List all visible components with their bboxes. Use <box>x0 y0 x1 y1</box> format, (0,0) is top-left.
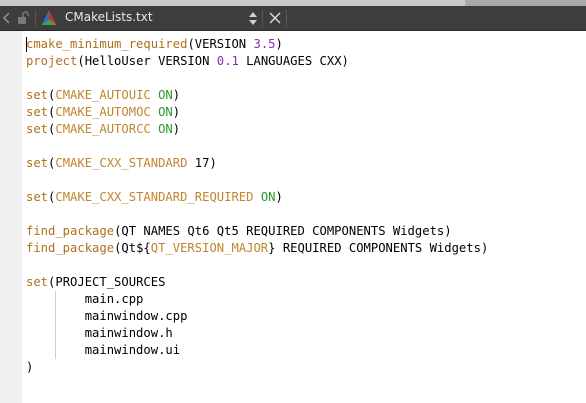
code-token: LANGUAGES CXX) <box>238 54 349 68</box>
code-token: mainwindow.cpp <box>26 309 188 323</box>
code-token: QT_VERSION_MAJOR <box>150 241 269 255</box>
code-token: 0.1 <box>216 54 239 68</box>
code-line[interactable]: main.cpp <box>26 291 488 308</box>
toolbar-separator <box>35 10 36 27</box>
tab-file-name[interactable]: CMakeLists.txt <box>65 10 153 27</box>
code-token: (HelloUser VERSION <box>77 54 217 68</box>
code-line[interactable]: set(CMAKE_AUTOMOC ON) <box>26 104 488 121</box>
code-line[interactable]: mainwindow.ui <box>26 342 488 359</box>
code-token: mainwindow.h <box>26 326 173 340</box>
code-token: CMAKE_AUTOMOC <box>55 105 151 119</box>
code-token: main.cpp <box>26 292 144 306</box>
code-token: ) <box>275 37 283 51</box>
code-line[interactable]: ​ <box>26 172 488 189</box>
code-token: (PROJECT_SOURCES <box>48 275 166 289</box>
indent-guide <box>55 291 56 359</box>
code-token: ON <box>158 105 173 119</box>
code-token: ) <box>172 122 181 136</box>
code-line[interactable]: set(CMAKE_CXX_STANDARD 17) <box>26 155 488 172</box>
code-line[interactable]: set(PROJECT_SOURCES <box>26 274 488 291</box>
code-token: set <box>26 190 49 204</box>
code-token: set <box>26 122 49 136</box>
code-token: project <box>26 54 78 68</box>
code-text[interactable]: cmake_minimum_required(VERSION 3.5) proje… <box>26 36 488 376</box>
text-caret <box>26 37 27 52</box>
editor-gutter <box>0 31 22 403</box>
code-line[interactable]: ​ <box>26 70 488 87</box>
code-token: ON <box>158 88 173 102</box>
code-token: cmake_minimum_required <box>26 37 188 51</box>
toolbar-separator <box>262 10 263 27</box>
code-line[interactable]: ​ <box>26 257 488 274</box>
code-token: ) <box>275 190 283 204</box>
back-arrow-icon[interactable] <box>0 10 14 26</box>
toolbar-separator <box>286 10 287 27</box>
close-icon[interactable] <box>268 11 282 25</box>
code-token: set <box>26 156 49 170</box>
code-token: mainwindow.ui <box>26 343 181 357</box>
code-token: 17) <box>187 156 217 170</box>
cmake-logo-icon <box>41 10 57 26</box>
code-token: find_package <box>26 224 115 238</box>
code-line[interactable]: project(HelloUser VERSION 0.1 LANGUAGES … <box>26 53 488 70</box>
code-token: CMAKE_AUTORCC <box>55 122 151 136</box>
code-token: 3.5 <box>253 37 276 51</box>
code-line[interactable]: set(CMAKE_AUTOUIC ON) <box>26 87 488 104</box>
code-token: ) <box>172 105 181 119</box>
code-line[interactable]: find_package(Qt${QT_VERSION_MAJOR} REQUI… <box>26 240 488 257</box>
up-down-arrows-icon[interactable] <box>247 10 259 27</box>
code-line[interactable]: ​ <box>26 138 488 155</box>
code-token: ON <box>158 122 173 136</box>
code-line[interactable]: set(CMAKE_AUTORCC ON) <box>26 121 488 138</box>
code-token: CMAKE_CXX_STANDARD_REQUIRED <box>55 190 254 204</box>
code-line[interactable]: ) <box>26 359 488 376</box>
code-token: (Qt${ <box>114 241 151 255</box>
code-token: CMAKE_AUTOUIC <box>55 88 151 102</box>
code-line[interactable]: ​ <box>26 206 488 223</box>
code-token: ) <box>172 88 181 102</box>
code-line[interactable]: mainwindow.cpp <box>26 308 488 325</box>
code-line[interactable]: mainwindow.h <box>26 325 488 342</box>
code-token: set <box>26 88 49 102</box>
unlocked-icon[interactable] <box>16 11 30 25</box>
editor-tab-bar: CMakeLists.txt <box>0 6 586 31</box>
code-line[interactable]: find_package(QT NAMES Qt6 Qt5 REQUIRED C… <box>26 223 488 240</box>
code-token: CMAKE_CXX_STANDARD <box>55 156 188 170</box>
code-token: ON <box>260 190 276 204</box>
editor-window: CMakeLists.txt cmake_minimum_required(VE… <box>0 0 586 403</box>
code-line[interactable]: set(CMAKE_CXX_STANDARD_REQUIRED ON) <box>26 189 488 206</box>
code-token: (VERSION <box>187 37 254 51</box>
code-token: ) <box>26 360 34 374</box>
code-editor[interactable]: cmake_minimum_required(VERSION 3.5) proje… <box>22 31 586 403</box>
code-token: set <box>26 275 49 289</box>
code-token: (QT NAMES Qt6 Qt5 REQUIRED COMPONENTS Wi… <box>114 224 452 238</box>
code-line[interactable]: cmake_minimum_required(VERSION 3.5) <box>26 36 488 53</box>
code-token: find_package <box>26 241 115 255</box>
code-token: } REQUIRED COMPONENTS Widgets) <box>268 241 489 255</box>
code-token: set <box>26 105 49 119</box>
